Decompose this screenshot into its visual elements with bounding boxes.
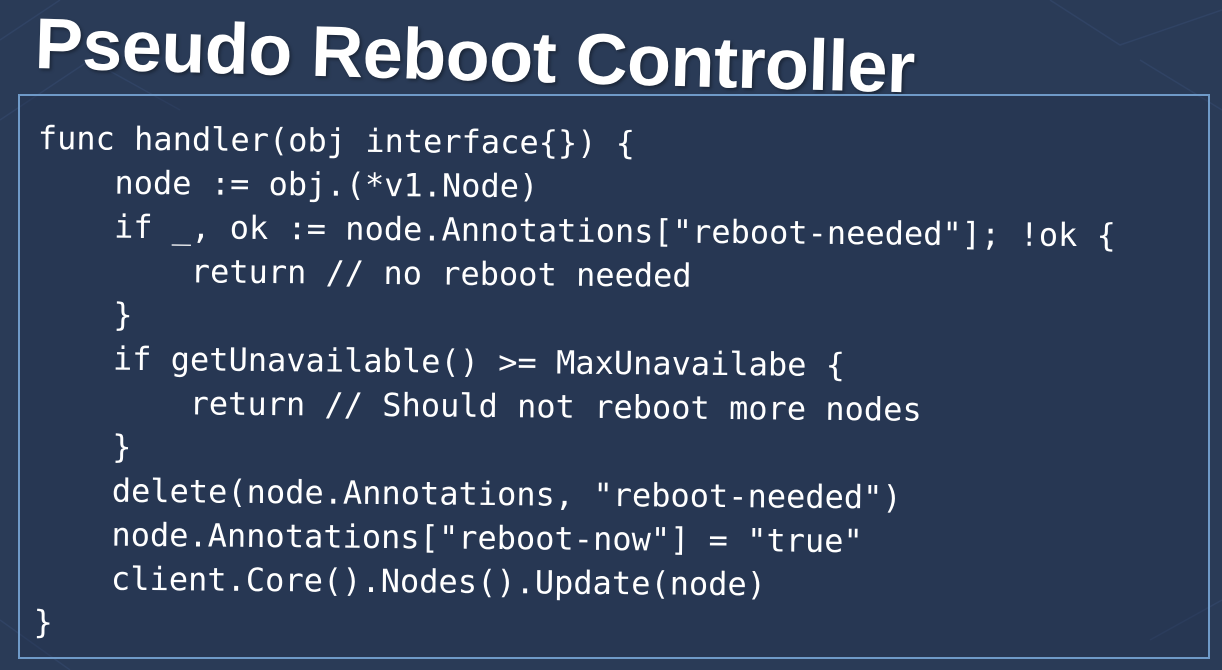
code-line-update-node: client.Core().Nodes().Update(node) — [33, 558, 767, 604]
slide-title: Pseudo Reboot Controller — [33, 4, 916, 109]
code-line-func-close: } — [33, 602, 54, 642]
code-line-return-should-not: return // Should not reboot more nodes — [35, 382, 922, 429]
code-block: func handler(obj interface{}) { node := … — [33, 116, 1116, 653]
slide: { "slide": { "title": "Pseudo Reboot Con… — [0, 0, 1222, 670]
